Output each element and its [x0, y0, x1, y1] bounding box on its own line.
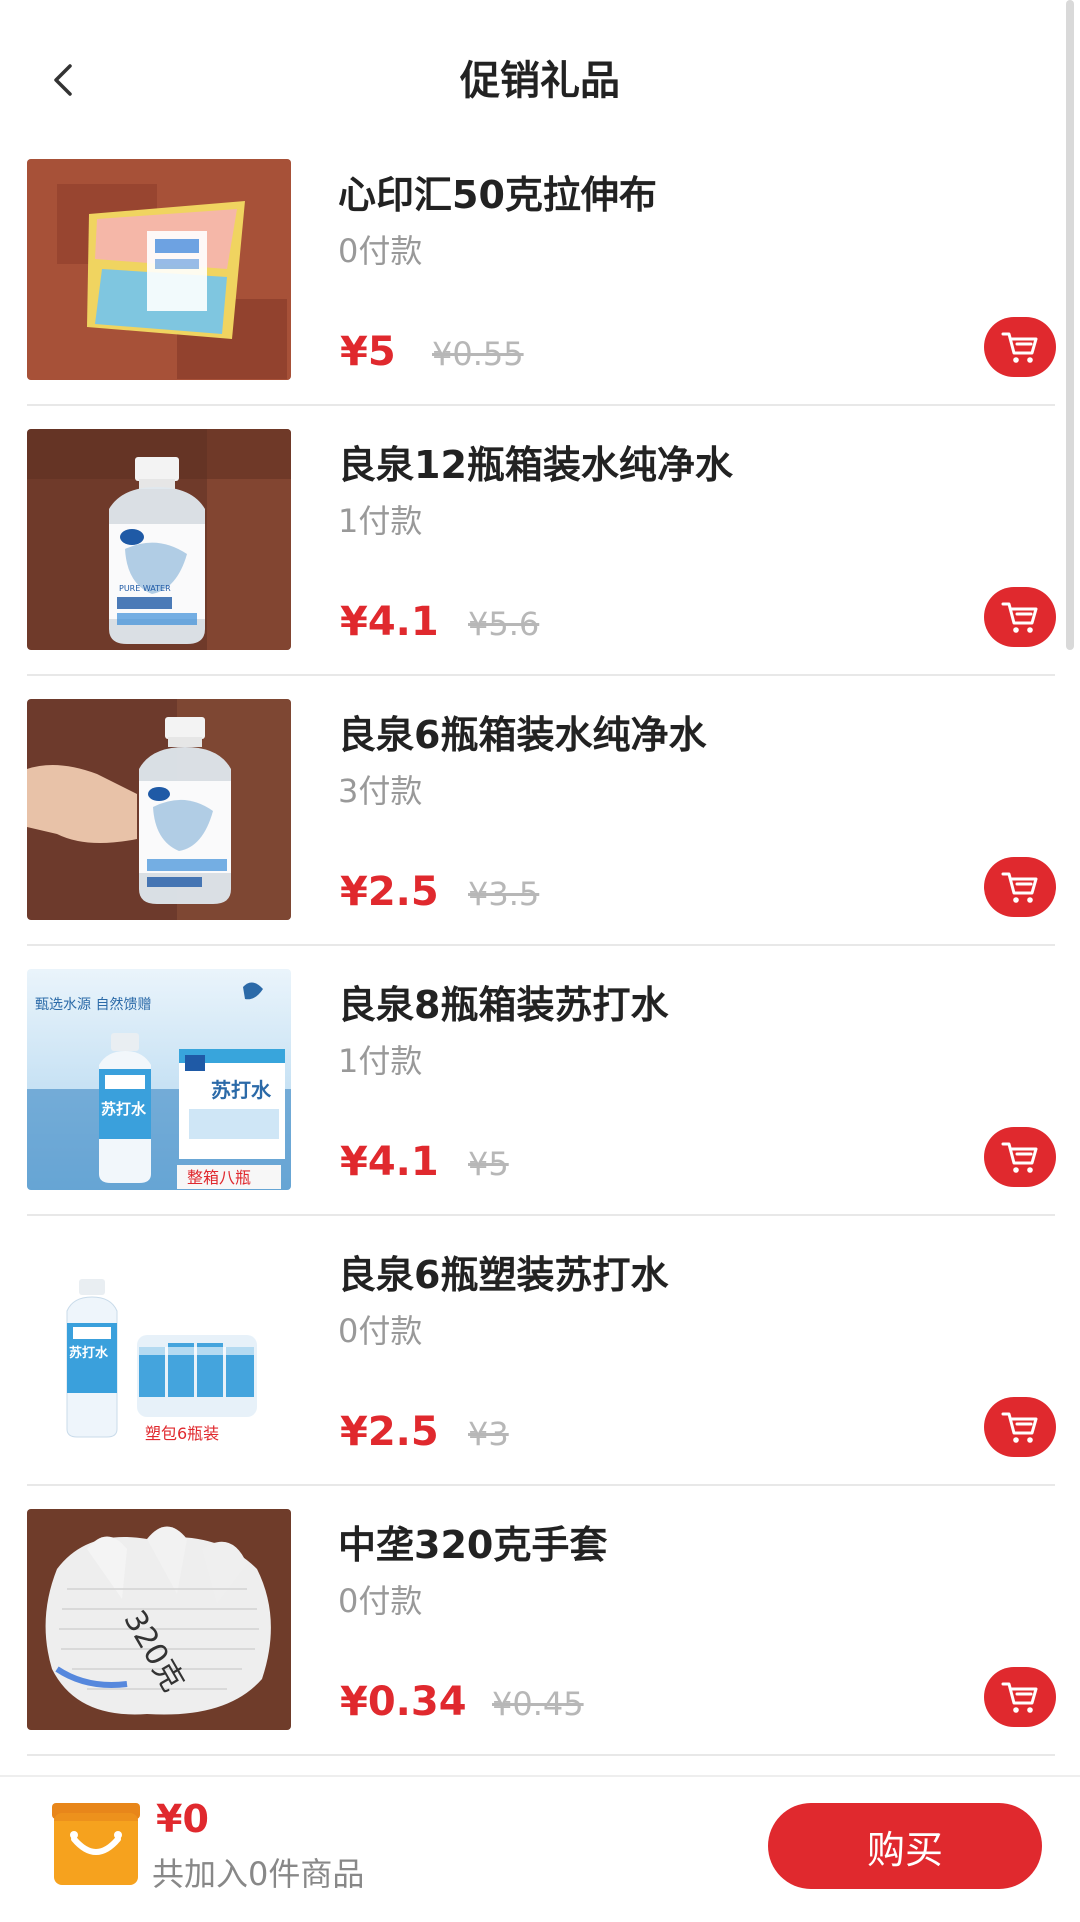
top-bar: 促销礼品	[0, 0, 1080, 160]
product-original-price: ¥0.45	[492, 1685, 584, 1723]
divider	[27, 1214, 1055, 1216]
divider	[27, 404, 1055, 406]
product-original-price: ¥0.55	[432, 335, 524, 373]
divider	[27, 944, 1055, 946]
product-sales: 0付款	[338, 1582, 423, 1620]
product-original-price: ¥3	[468, 1415, 509, 1453]
page-title: 促销礼品	[460, 58, 620, 104]
product-price: ¥2.5	[340, 1409, 439, 1455]
product-image[interactable]: 320克	[27, 1509, 291, 1730]
product-image[interactable]	[27, 699, 291, 920]
product-sales: 0付款	[338, 232, 423, 270]
product-name: 中垄320克手套	[338, 1523, 608, 1567]
product-price: ¥4.1	[340, 599, 439, 645]
soda-slogan-text: 甄选水源 自然馈赠	[35, 996, 151, 1013]
product-name: 良泉12瓶箱装水纯净水	[338, 443, 733, 487]
add-to-cart-button[interactable]	[984, 1397, 1056, 1457]
product-item[interactable]: 心印汇50克拉伸布 0付款 ¥5 ¥0.55	[0, 159, 1080, 429]
product-original-price: ¥5.6	[468, 605, 540, 643]
divider	[27, 674, 1055, 676]
cart-icon	[1001, 1412, 1038, 1443]
product-sales: 1付款	[338, 1042, 423, 1080]
checkout-bar: ¥0 共加入0件商品 购买	[0, 1775, 1080, 1922]
product-name: 心印汇50克拉伸布	[338, 173, 657, 217]
soda-caption-text: 整箱八瓶	[187, 1168, 251, 1187]
product-sales: 1付款	[338, 502, 423, 540]
product-price: ¥4.1	[340, 1139, 439, 1185]
product-list: 心印汇50克拉伸布 0付款 ¥5 ¥0.55 PURE WATER 良泉12瓶箱…	[0, 159, 1080, 1779]
soda-label-text: 苏打水	[69, 1345, 109, 1361]
add-to-cart-button[interactable]	[984, 587, 1056, 647]
product-name: 良泉6瓶塑装苏打水	[338, 1253, 669, 1297]
soda-label-text: 苏打水	[101, 1100, 147, 1118]
add-to-cart-button[interactable]	[984, 317, 1056, 377]
divider	[27, 1484, 1055, 1486]
product-name: 良泉6瓶箱装水纯净水	[338, 713, 707, 757]
cart-icon	[1001, 1142, 1038, 1173]
product-item[interactable]: PURE WATER 良泉12瓶箱装水纯净水 1付款 ¥4.1 ¥5.6	[0, 429, 1080, 699]
divider	[27, 1754, 1055, 1756]
product-sales: 0付款	[338, 1312, 423, 1350]
product-price: ¥0.34	[340, 1679, 467, 1725]
cart-icon	[1001, 872, 1038, 903]
product-image[interactable]	[27, 159, 291, 380]
product-original-price: ¥3.5	[468, 875, 540, 913]
cart-icon	[1001, 602, 1038, 633]
product-image[interactable]: 苏打水 塑包6瓶装	[27, 1239, 291, 1460]
product-item[interactable]: 320克 中垄320克手套 0付款 ¥0.34 ¥0.45	[0, 1509, 1080, 1779]
product-item[interactable]: 良泉6瓶箱装水纯净水 3付款 ¥2.5 ¥3.5	[0, 699, 1080, 969]
product-item[interactable]: 苏打水 塑包6瓶装 良泉6瓶塑装苏打水 0付款 ¥2.5 ¥3	[0, 1239, 1080, 1509]
water-label-text: PURE WATER	[119, 584, 171, 593]
product-image[interactable]: 甄选水源 自然馈赠 苏打水 苏打水 整箱八瓶	[27, 969, 291, 1190]
product-price: ¥5	[340, 329, 396, 375]
cart-icon	[1001, 1682, 1038, 1713]
product-price: ¥2.5	[340, 869, 439, 915]
soda-pack-caption-text: 塑包6瓶装	[145, 1424, 219, 1443]
cart-icon	[1001, 332, 1038, 363]
cart-total: ¥0	[156, 1797, 209, 1841]
buy-button[interactable]: 购买	[768, 1803, 1042, 1889]
add-to-cart-button[interactable]	[984, 1667, 1056, 1727]
product-name: 良泉8瓶箱装苏打水	[338, 983, 669, 1027]
add-to-cart-button[interactable]	[984, 857, 1056, 917]
add-to-cart-button[interactable]	[984, 1127, 1056, 1187]
shopping-bag-icon[interactable]	[50, 1799, 142, 1889]
product-original-price: ¥5	[468, 1145, 509, 1183]
product-image[interactable]: PURE WATER	[27, 429, 291, 650]
product-item[interactable]: 甄选水源 自然馈赠 苏打水 苏打水 整箱八瓶 良泉8瓶箱装苏打水 1付款 ¥4.…	[0, 969, 1080, 1239]
product-sales: 3付款	[338, 772, 423, 810]
cart-count: 共加入0件商品	[152, 1855, 365, 1893]
soda-label-text: 苏打水	[211, 1078, 272, 1102]
